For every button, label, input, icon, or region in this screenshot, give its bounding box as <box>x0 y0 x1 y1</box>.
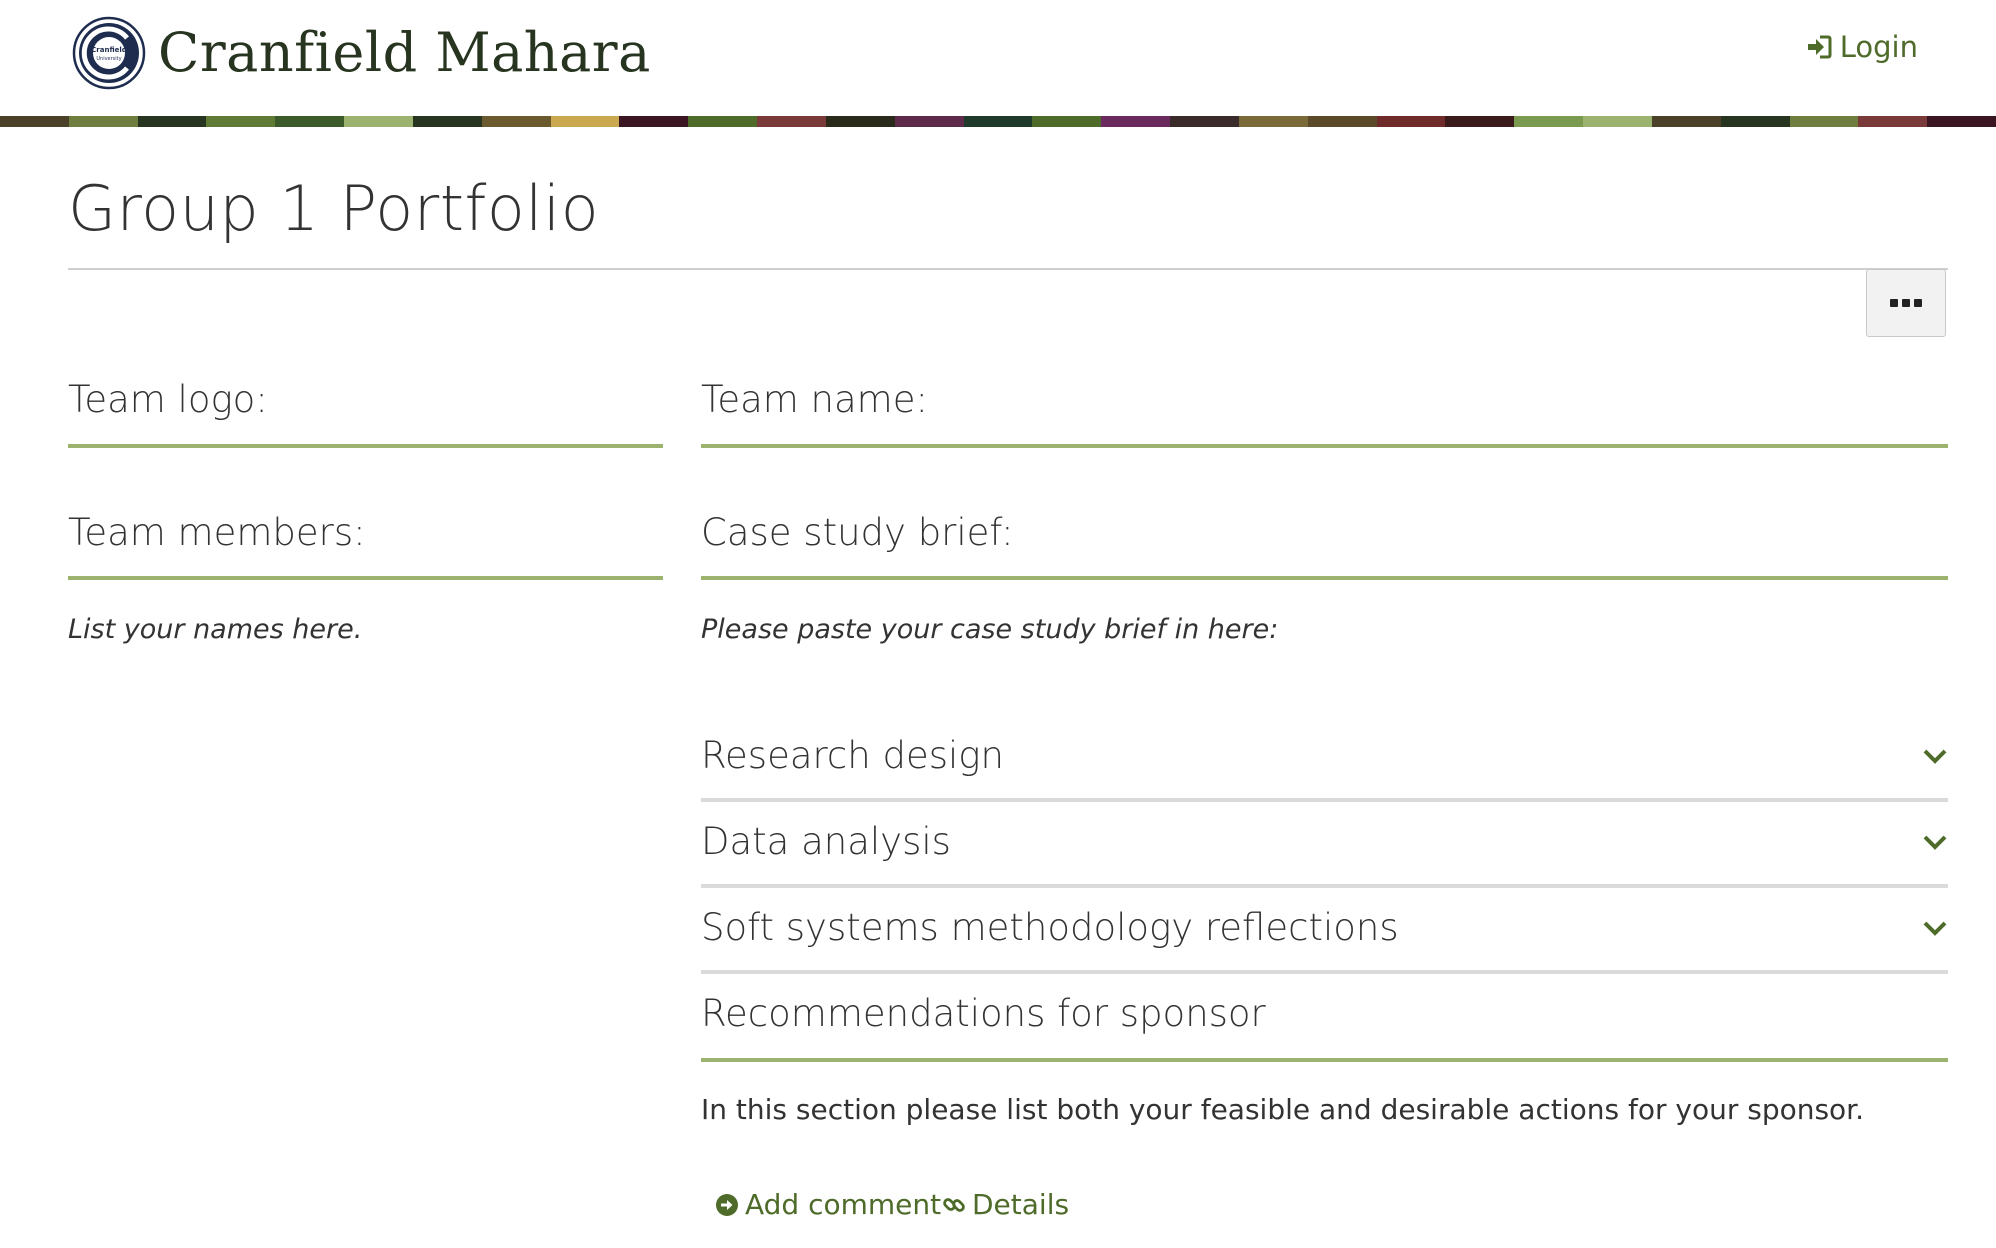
site-logo-link[interactable]: Cranfield University Cranfield Mahara <box>72 16 651 90</box>
stripe-segment <box>1445 116 1515 127</box>
stripe-segment <box>1238 116 1308 127</box>
accordion-divider <box>701 798 1948 802</box>
stripe-segment <box>894 116 964 127</box>
case-study-divider <box>701 576 1948 580</box>
stripe-segment <box>963 116 1033 127</box>
accordion-divider <box>701 970 1948 974</box>
login-link[interactable]: Login <box>1806 30 1918 64</box>
stripe-segment <box>481 116 551 127</box>
stripe-segment <box>825 116 895 127</box>
add-comment-label: Add comment <box>745 1188 942 1221</box>
stripe-segment <box>68 116 138 127</box>
stripe-segment <box>137 116 207 127</box>
accordion-label: Data analysis <box>701 820 951 863</box>
stripe-segment <box>1720 116 1790 127</box>
recommendations-text: In this section please list both your fe… <box>701 1093 1865 1126</box>
accordion-data-analysis[interactable]: Data analysis <box>701 804 1948 888</box>
recommendations-divider <box>701 1058 1948 1062</box>
stripe-segment <box>344 116 413 127</box>
stripe-segment <box>1307 116 1377 127</box>
logo-text-line2: University <box>96 56 121 62</box>
stripe-segment <box>1583 116 1652 127</box>
stripe-segment <box>1651 116 1721 127</box>
team-name-title: Team name: <box>701 378 928 421</box>
stripe-segment <box>550 116 620 127</box>
title-divider <box>68 268 1948 270</box>
chevron-down-icon <box>1923 749 1947 764</box>
more-dot <box>1914 299 1922 307</box>
accordion-label: Research design <box>701 734 1004 777</box>
accordion-divider <box>701 884 1948 888</box>
stripe-segment <box>1858 116 1928 127</box>
stripe-segment <box>1101 116 1171 127</box>
stripe-segment <box>688 116 758 127</box>
team-name-divider <box>701 444 1948 448</box>
recommendations-title: Recommendations for sponsor <box>701 992 1266 1035</box>
details-link[interactable]: Details <box>942 1188 1069 1221</box>
team-members-text: List your names here. <box>68 614 363 645</box>
accordion-ssm-reflections[interactable]: Soft systems methodology reflections <box>701 890 1948 974</box>
sign-in-icon <box>1807 35 1832 59</box>
accordion-label: Soft systems methodology reflections <box>701 906 1399 949</box>
team-members-divider <box>68 576 663 580</box>
chevron-down-icon <box>1923 921 1947 936</box>
accordion-research-design[interactable]: Research design <box>701 718 1948 802</box>
stripe-segment <box>1514 116 1584 127</box>
cranfield-logo-icon: Cranfield University <box>72 16 146 90</box>
stripe-segment <box>1032 116 1102 127</box>
logo-text-line1: Cranfield <box>91 46 127 54</box>
case-study-title: Case study brief: <box>701 511 1014 554</box>
header-decorative-stripe <box>0 116 1996 127</box>
stripe-segment <box>1170 116 1239 127</box>
stripe-segment <box>619 116 689 127</box>
team-logo-divider <box>68 444 663 448</box>
link-icon <box>943 1197 965 1212</box>
login-label: Login <box>1839 30 1918 64</box>
stripe-segment <box>1376 116 1446 127</box>
details-label: Details <box>972 1188 1070 1221</box>
case-study-text: Please paste your case study brief in he… <box>701 614 1279 645</box>
stripe-segment <box>1789 116 1859 127</box>
stripe-segment <box>0 116 69 127</box>
more-dot <box>1890 299 1898 307</box>
stripe-segment <box>206 116 276 127</box>
stripe-segment <box>1927 116 1996 127</box>
site-header: Cranfield University Cranfield Mahara Lo… <box>0 0 1996 116</box>
team-members-title: Team members: <box>68 511 366 554</box>
site-title: Cranfield Mahara <box>158 21 651 84</box>
stripe-segment <box>412 116 482 127</box>
team-logo-title: Team logo: <box>68 378 268 421</box>
stripe-segment <box>275 116 345 127</box>
add-comment-link[interactable]: Add comment <box>715 1188 941 1221</box>
chevron-down-icon <box>1923 835 1947 850</box>
stripe-segment <box>757 116 826 127</box>
more-options-button[interactable] <box>1866 269 1946 337</box>
more-dot <box>1902 299 1910 307</box>
page-title: Group 1 Portfolio <box>68 172 600 245</box>
arrow-circle-right-icon <box>716 1193 738 1216</box>
